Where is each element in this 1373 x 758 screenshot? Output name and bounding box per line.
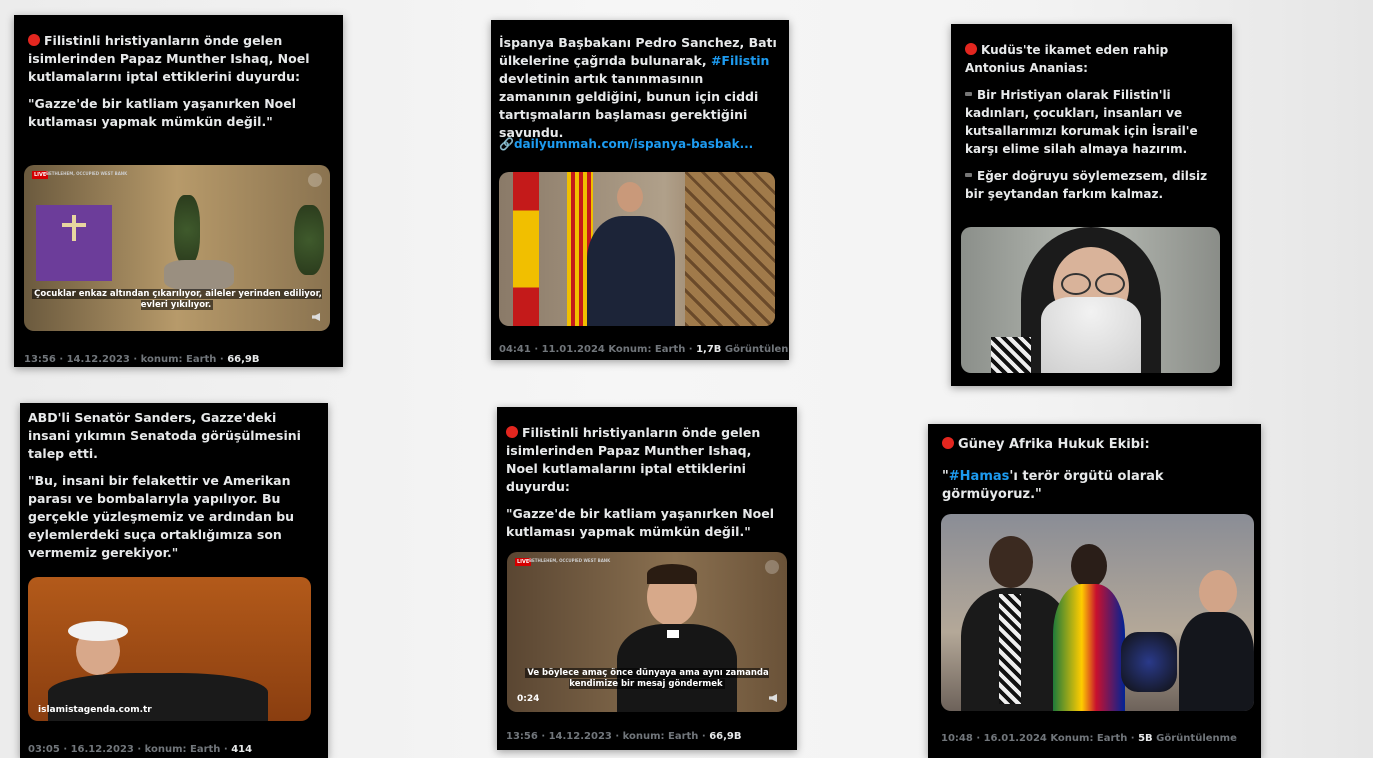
view-count: 5B [1138, 733, 1153, 744]
post-meta: 13:56 · 14.12.2023 · konum: Earth · 66,9… [506, 731, 742, 742]
post-card-2[interactable]: İspanya Başbakanı Pedro Sanchez, Batı ül… [491, 20, 789, 360]
post-headline: Filistinli hristiyanların önde gelen isi… [28, 33, 310, 84]
post-text: ABD'li Senatör Sanders, Gazze'deki insan… [28, 409, 316, 571]
news-ticker: BETHLEHEM, OCCUPIED WEST BANK [529, 558, 611, 563]
post-image[interactable] [941, 514, 1254, 711]
post-text: Kudüs'te ikamet eden rahip Antonius Anan… [965, 43, 1208, 201]
post-quote: "Gazze'de bir katliam yaşanırken Noel ku… [28, 96, 297, 129]
view-count: 414 [231, 744, 253, 755]
video-caption: Ve böylece amaç önce dünyaya ama aynı za… [525, 668, 769, 689]
post-headline: ABD'li Senatör Sanders, Gazze'deki insan… [28, 410, 301, 461]
dash-icon [965, 92, 972, 96]
post-card-6[interactable]: Güney Afrika Hukuk Ekibi: "#Hamas'ı terö… [928, 424, 1261, 758]
post-meta: 13:56 · 14.12.2023 · konum: Earth · 66,9… [24, 354, 260, 365]
red-circle-icon [942, 437, 954, 449]
settings-icon[interactable] [765, 560, 779, 574]
volume-icon[interactable] [769, 694, 777, 702]
view-count: 66,9B [227, 354, 260, 365]
video-player[interactable]: LIVE BETHLEHEM, OCCUPIED WEST BANK Çocuk… [24, 165, 330, 331]
post-headline: Filistinli hristiyanların önde gelen isi… [506, 425, 761, 494]
post-card-3[interactable]: Kudüs'te ikamet eden rahip Antonius Anan… [951, 24, 1232, 386]
post-text: İspanya Başbakanı Pedro Sanchez, Batı ül… [499, 35, 777, 140]
view-count: 1,7B [696, 344, 722, 355]
dash-icon [965, 173, 972, 177]
post-card-4[interactable]: ABD'li Senatör Sanders, Gazze'deki insan… [20, 403, 328, 758]
post-meta: 03:05 · 16.12.2023 · konum: Earth · 414 [28, 744, 253, 755]
video-player[interactable]: LIVE BETHLEHEM, OCCUPIED WEST BANK Ve bö… [507, 552, 787, 712]
post-quote: "Bu, insani bir felakettir ve Amerikan p… [28, 473, 295, 560]
post-meta: 04:41 · 11.01.2024 Konum: Earth · 1,7B G… [499, 344, 789, 355]
post-image[interactable] [961, 227, 1220, 373]
link-icon: 🔗 [499, 137, 514, 151]
post-headline: Kudüs'te ikamet eden rahip Antonius Anan… [965, 43, 1169, 75]
post-card-1[interactable]: Filistinli hristiyanların önde gelen isi… [14, 15, 343, 367]
settings-icon[interactable] [308, 173, 322, 187]
purple-banner [36, 205, 112, 281]
post-text: Filistinli hristiyanların önde gelen isi… [506, 424, 785, 550]
volume-icon[interactable] [312, 313, 320, 321]
video-caption: Çocuklar enkaz altından çıkarılıyor, ail… [32, 289, 322, 310]
post-quote: "Gazze'de bir katliam yaşanırken Noel ku… [506, 506, 775, 539]
news-ticker: BETHLEHEM, OCCUPIED WEST BANK [46, 171, 128, 176]
post-meta: 10:48 · 16.01.2024 Konum: Earth · 5B Gör… [941, 733, 1237, 744]
post-text: Güney Afrika Hukuk Ekibi: "#Hamas'ı terö… [942, 437, 1164, 502]
post-card-5[interactable]: Filistinli hristiyanların önde gelen isi… [497, 407, 797, 750]
red-circle-icon [965, 43, 977, 55]
post-headline: Güney Afrika Hukuk Ekibi: [958, 437, 1150, 452]
post-image[interactable]: islamistagenda.com.tr [28, 577, 311, 721]
hashtag-link[interactable]: #Filistin [711, 53, 769, 68]
watermark: islamistagenda.com.tr [38, 705, 152, 715]
red-circle-icon [28, 34, 40, 46]
video-timecode: 0:24 [517, 694, 540, 704]
hashtag-link[interactable]: #Hamas [949, 469, 1010, 484]
post-image[interactable] [499, 172, 775, 326]
article-link[interactable]: 🔗dailyummah.com/ispanya-basbak... [499, 137, 779, 151]
view-count: 66,9B [709, 731, 742, 742]
red-circle-icon [506, 426, 518, 438]
post-text: Filistinli hristiyanların önde gelen isi… [28, 32, 331, 140]
